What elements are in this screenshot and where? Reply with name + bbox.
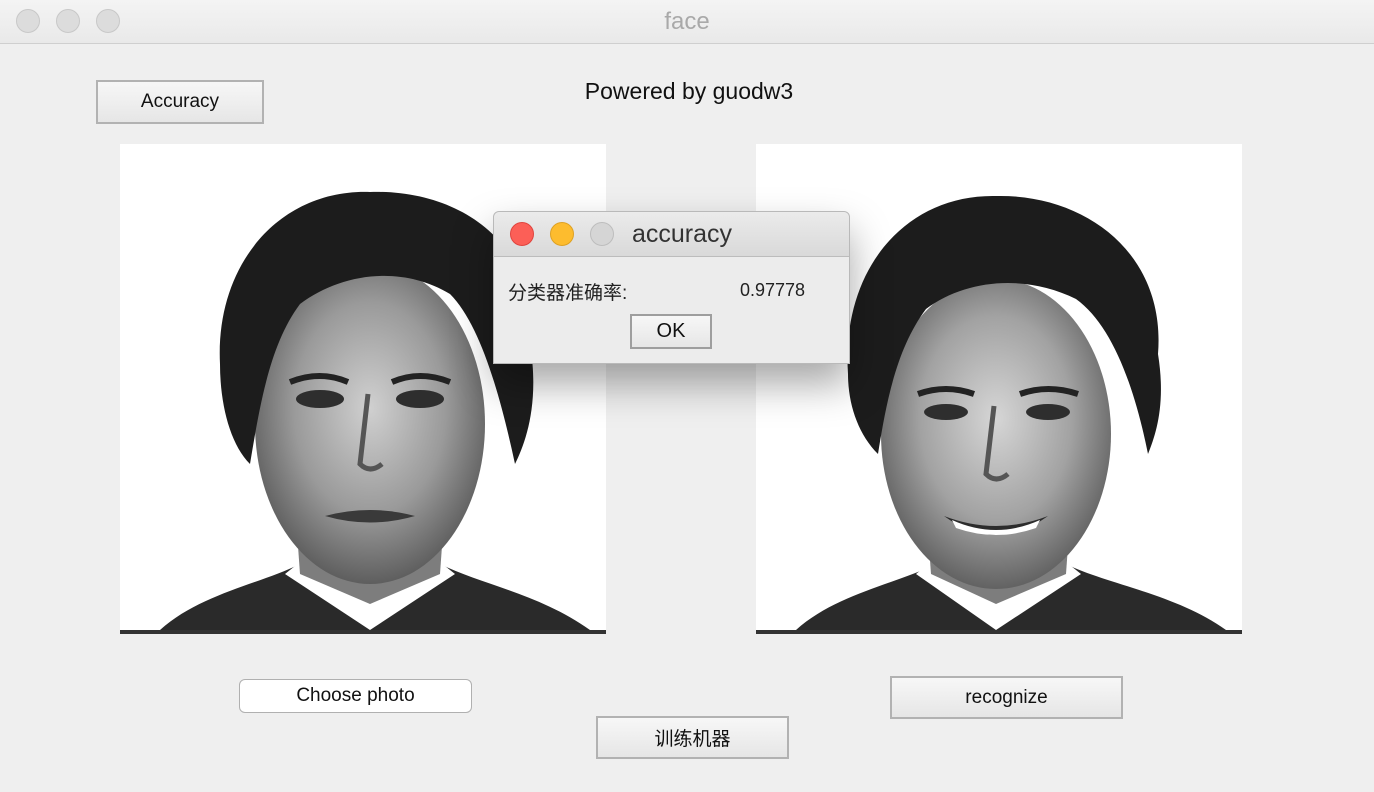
train-machine-button[interactable]: 训练机器	[596, 716, 789, 759]
choose-photo-button[interactable]: Choose photo	[239, 679, 472, 713]
powered-by-caption: Powered by guodw3	[584, 78, 794, 104]
ok-button[interactable]: OK	[630, 314, 712, 349]
accuracy-value: 0.97778	[740, 280, 806, 300]
window-titlebar: face	[0, 0, 1374, 44]
dialog-title: accuracy	[632, 220, 733, 248]
recognize-button[interactable]: recognize	[890, 676, 1123, 719]
window-title: face	[664, 8, 710, 35]
dialog-titlebar: accuracy	[494, 212, 849, 257]
accuracy-label: 分类器准确率:	[508, 283, 628, 304]
dialog-zoom-button[interactable]	[590, 222, 614, 246]
accuracy-dialog: accuracy 分类器准确率: 0.97778 OK	[493, 211, 850, 364]
dialog-minimize-button[interactable]	[550, 222, 574, 246]
dialog-close-button[interactable]	[510, 222, 534, 246]
